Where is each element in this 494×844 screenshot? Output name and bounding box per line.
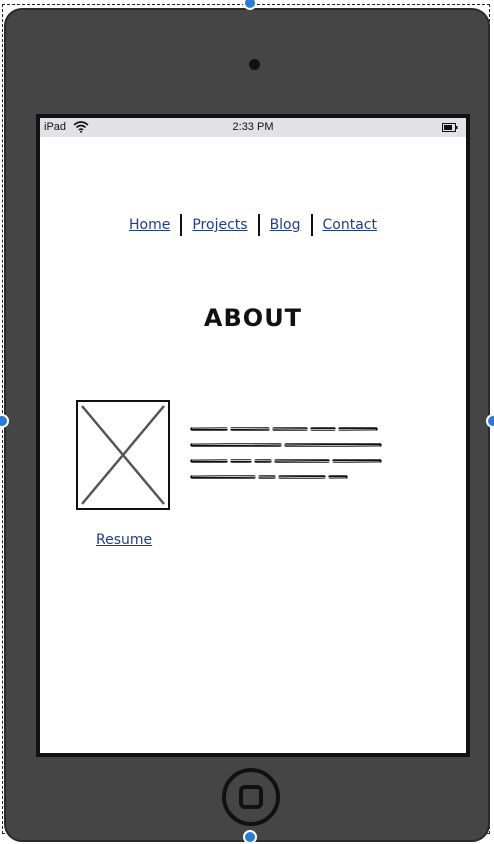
resume-link[interactable]: Resume	[96, 532, 152, 548]
battery-icon	[442, 123, 458, 132]
status-time: 2:33 PM	[232, 121, 274, 133]
tablet-device-frame: iPad 2:33 PM Home Projects Blog Contact	[4, 8, 490, 842]
selection-handle-bottom[interactable]	[243, 830, 257, 844]
nav-link-contact[interactable]: Contact	[323, 217, 377, 233]
nav-link-projects[interactable]: Projects	[192, 217, 247, 233]
device-screen: iPad 2:33 PM Home Projects Blog Contact	[36, 114, 470, 757]
nav-separator	[180, 214, 183, 236]
page-title: ABOUT	[203, 304, 303, 332]
selection-handle-right[interactable]	[486, 414, 494, 428]
home-button[interactable]	[222, 768, 280, 826]
main-navigation: Home Projects Blog Contact	[40, 214, 466, 236]
placeholder-text-scribble	[190, 427, 382, 479]
camera-icon	[249, 59, 260, 70]
home-button-square-icon	[239, 785, 263, 809]
nav-link-blog[interactable]: Blog	[270, 217, 301, 233]
status-bar: iPad 2:33 PM	[40, 118, 466, 137]
nav-separator	[257, 214, 260, 236]
nav-separator	[310, 214, 313, 236]
image-placeholder-icon	[76, 400, 170, 510]
nav-link-home[interactable]: Home	[129, 217, 170, 233]
